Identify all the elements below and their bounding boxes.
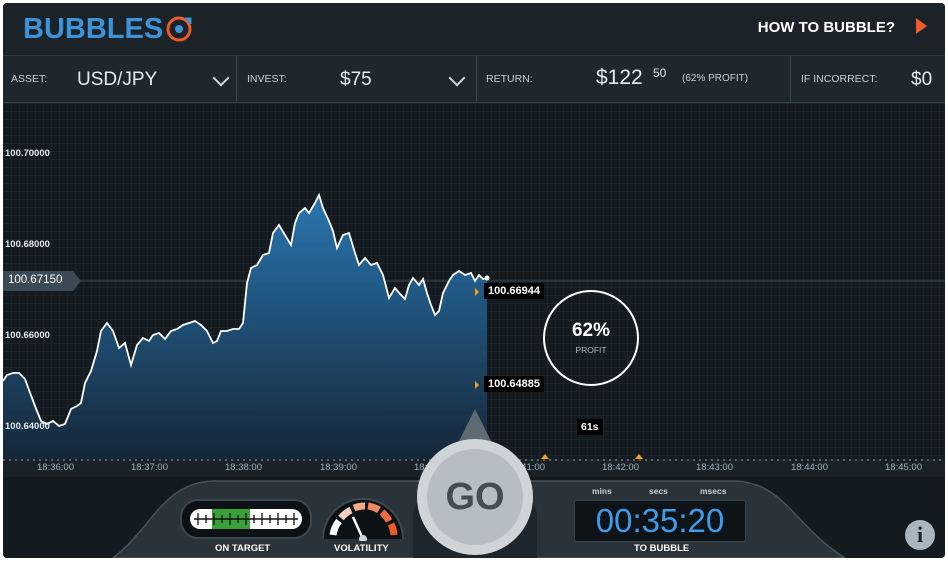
asset-selector[interactable]: ASSET: USD/JPY [3, 56, 237, 102]
timer-mins-label: mins [592, 486, 612, 496]
time-label: 18:44:00 [791, 462, 828, 473]
chevron-down-icon[interactable] [212, 69, 230, 87]
go-button[interactable]: GO [427, 449, 523, 545]
volatility-gauge [322, 498, 404, 541]
price-axis-label: 100.70000 [5, 148, 50, 159]
price-axis-label: 100.68000 [5, 239, 50, 250]
time-label: 18:38:00 [225, 462, 262, 473]
time-label: 18:43:00 [696, 462, 733, 473]
on-target-label: ON TARGET [215, 543, 271, 554]
volatility-label: VOLATILITY [334, 543, 389, 554]
current-price-label: 100.67150 [8, 274, 63, 286]
how-to-bubble-link[interactable]: HOW TO BUBBLE? [758, 19, 895, 36]
return-value: $122 [596, 66, 643, 89]
bullseye-icon [166, 16, 192, 42]
trade-controls: ASSET: USD/JPY INVEST: $75 RETURN: $122 … [3, 56, 945, 103]
play-arrow-icon[interactable] [916, 18, 927, 34]
chart-canvas [3, 103, 945, 459]
info-icon[interactable]: i [905, 520, 935, 550]
asset-label: ASSET: [11, 73, 48, 85]
if-incorrect-label: IF INCORRECT: [801, 73, 878, 85]
to-bubble-label: TO BUBBLE [634, 543, 690, 554]
on-target-gauge [180, 499, 312, 539]
time-label: 18:37:00 [131, 462, 168, 473]
time-label: 18:42:00 [602, 462, 639, 473]
time-label: 18:36:00 [37, 462, 74, 473]
time-label: 18:39:00 [320, 462, 357, 473]
time-label: 18:45:00 [885, 462, 922, 473]
price-chart[interactable]: 100.70000 100.68000 100.66000 100.64000 … [3, 103, 945, 459]
asset-value[interactable]: USD/JPY [77, 69, 157, 91]
on-target-track [190, 509, 302, 529]
if-incorrect-value: $0 [911, 69, 933, 90]
invest-value[interactable]: $75 [340, 69, 372, 91]
profit-label: PROFIT [575, 345, 607, 355]
profit-percent: 62% [571, 320, 611, 341]
timer-secs-label: secs [649, 486, 668, 496]
invest-label: INVEST: [247, 73, 287, 85]
price-axis-label: 100.66000 [5, 330, 50, 341]
upper-target-tag: 100.66944 [484, 283, 544, 299]
return-cents: 50 [653, 66, 667, 80]
top-bar: BUBBLES HOW TO BUBBLE? [3, 3, 945, 56]
return-profit-percent: (62% PROFIT) [682, 73, 749, 84]
lower-target-tag: 100.64885 [484, 376, 544, 392]
if-incorrect-display: IF INCORRECT: $0 [791, 56, 945, 102]
logo-text: BUBBLES [23, 13, 164, 45]
app-window: BUBBLES HOW TO BUBBLE? ASSET: USD/JPY IN… [3, 3, 945, 558]
countdown-timer: 00:35:20 [574, 500, 746, 542]
invest-selector[interactable]: INVEST: $75 [237, 56, 477, 102]
price-axis-label: 100.64000 [5, 421, 50, 432]
countdown-tag: 61s [577, 419, 603, 435]
timer-msecs-label: msecs [700, 486, 727, 496]
chevron-down-icon[interactable] [448, 69, 466, 87]
return-label: RETURN: [486, 73, 533, 85]
